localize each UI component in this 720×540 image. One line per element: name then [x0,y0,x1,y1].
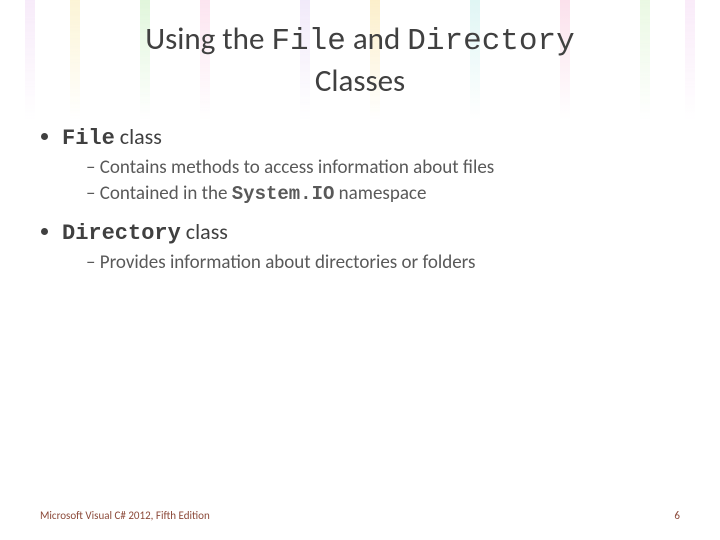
bullet-item: Directory class Provides information abo… [62,218,680,277]
bullet-rest: class [115,123,162,150]
bullet-code: Directory [62,221,181,246]
bullet-rest: class [181,218,228,245]
title-code-1: File [271,24,345,59]
footer-text: Microsoft Visual C# 2012, Fifth Edition [40,509,210,522]
slide-footer: Microsoft Visual C# 2012, Fifth Edition … [40,509,680,522]
sub-item: Provides information about directories o… [86,250,680,277]
sub-pre: Contains methods to access information a… [100,156,494,179]
sub-item: Contains methods to access information a… [86,155,680,182]
title-text-3: Classes [315,62,405,100]
slide-title: Using the File and Directory Classes [40,20,680,101]
sub-post: namespace [334,182,426,205]
title-code-2: Directory [407,24,574,59]
sub-pre: Provides information about directories o… [100,251,476,274]
sub-code: System.IO [232,183,335,205]
sub-item: Contained in the System.IO namespace [86,181,680,208]
sub-list: Contains methods to access information a… [62,155,680,208]
page-number: 6 [674,509,680,522]
sub-pre: Contained in the [100,182,232,205]
slide-content: Using the File and Directory Classes Fil… [0,0,720,276]
bullet-item: File class Contains methods to access in… [62,123,680,208]
title-text-2: and [346,20,407,58]
sub-list: Provides information about directories o… [62,250,680,277]
title-text-1: Using the [145,20,271,58]
bullet-list: File class Contains methods to access in… [40,123,680,277]
bullet-code: File [62,126,115,151]
